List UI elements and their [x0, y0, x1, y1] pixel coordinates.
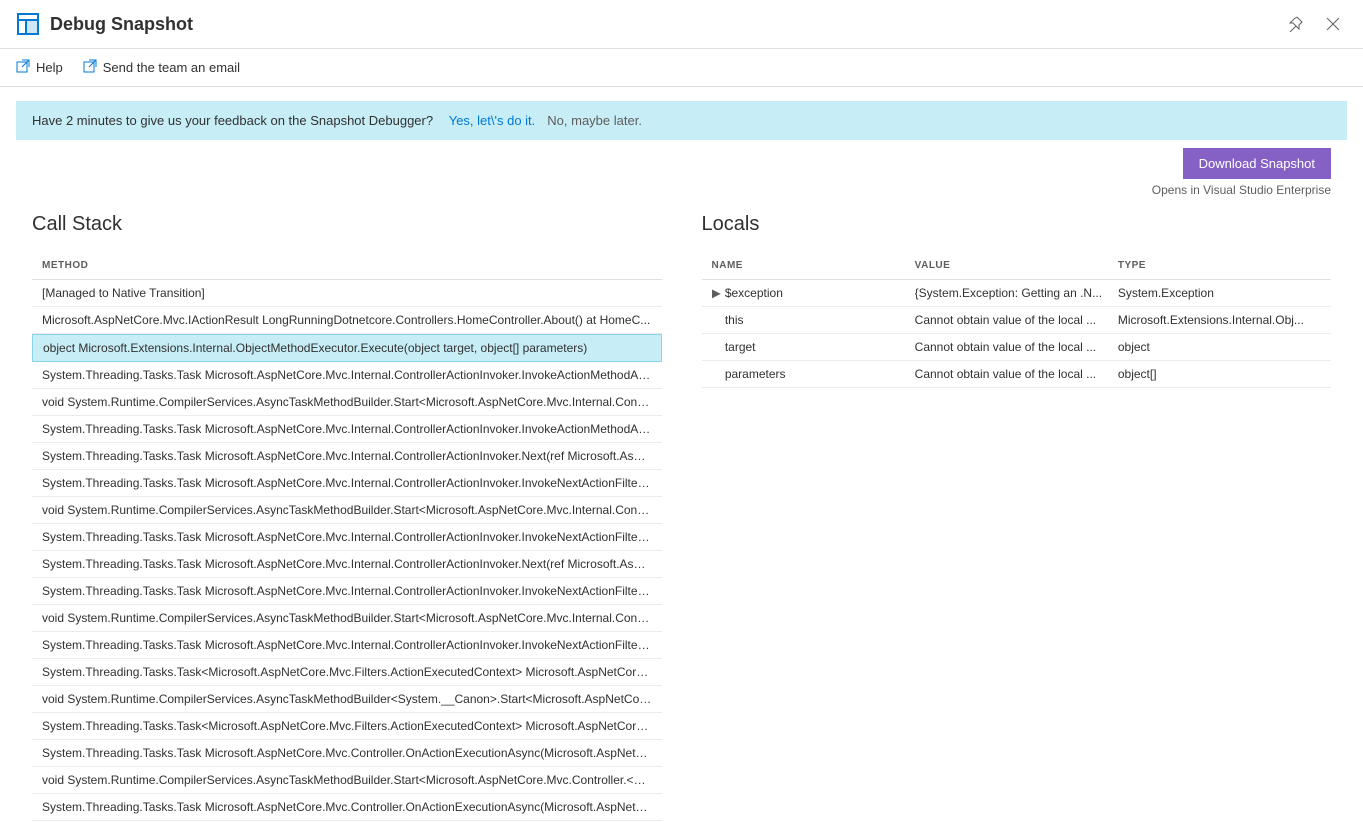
callstack-row[interactable]: System.Threading.Tasks.Task Microsoft.As…	[32, 632, 662, 659]
external-link-icon	[83, 59, 97, 76]
locals-name: target	[712, 340, 915, 354]
callstack-row[interactable]: System.Threading.Tasks.Task Microsoft.As…	[32, 470, 662, 497]
locals-col-value[interactable]: VALUE	[915, 260, 1118, 271]
locals-panel: Locals NAME VALUE TYPE ▶ $exception{Syst…	[702, 213, 1332, 821]
callstack-col-method[interactable]: METHOD	[42, 260, 652, 271]
callstack-row[interactable]: object Microsoft.Extensions.Internal.Obj…	[32, 334, 662, 362]
pin-button[interactable]	[1281, 10, 1309, 38]
feedback-decline-link[interactable]: No, maybe later.	[547, 113, 642, 128]
callstack-row[interactable]: void System.Runtime.CompilerServices.Asy…	[32, 767, 662, 794]
email-link[interactable]: Send the team an email	[83, 59, 240, 76]
locals-row[interactable]: parametersCannot obtain value of the loc…	[702, 361, 1332, 388]
close-button[interactable]	[1319, 10, 1347, 38]
callstack-row[interactable]: void System.Runtime.CompilerServices.Asy…	[32, 389, 662, 416]
feedback-bar: Have 2 minutes to give us your feedback …	[16, 101, 1347, 140]
expand-arrow-icon[interactable]: ▶	[712, 286, 722, 300]
page-title: Debug Snapshot	[50, 14, 193, 35]
locals-row[interactable]: thisCannot obtain value of the local ...…	[702, 307, 1332, 334]
callstack-row[interactable]: void System.Runtime.CompilerServices.Asy…	[32, 686, 662, 713]
callstack-row[interactable]: System.Threading.Tasks.Task<Microsoft.As…	[32, 659, 662, 686]
feedback-accept-link[interactable]: Yes, let\'s do it.	[449, 113, 536, 128]
locals-value: Cannot obtain value of the local ...	[915, 340, 1118, 354]
app-icon	[16, 12, 40, 36]
callstack-list: [Managed to Native Transition]Microsoft.…	[32, 280, 662, 821]
callstack-row[interactable]: System.Threading.Tasks.Task Microsoft.As…	[32, 443, 662, 470]
callstack-row[interactable]: System.Threading.Tasks.Task Microsoft.As…	[32, 416, 662, 443]
callstack-title: Call Stack	[32, 213, 662, 236]
toolbar: Help Send the team an email	[0, 49, 1363, 87]
callstack-row[interactable]: System.Threading.Tasks.Task Microsoft.As…	[32, 794, 662, 821]
locals-type: object[]	[1118, 367, 1321, 381]
locals-col-name[interactable]: NAME	[712, 260, 915, 271]
callstack-row[interactable]: System.Threading.Tasks.Task Microsoft.As…	[32, 578, 662, 605]
email-label: Send the team an email	[103, 60, 240, 75]
locals-name: this	[712, 313, 915, 327]
download-area: Download Snapshot Opens in Visual Studio…	[0, 140, 1363, 197]
locals-name: parameters	[712, 367, 915, 381]
download-note: Opens in Visual Studio Enterprise	[32, 183, 1331, 197]
locals-title: Locals	[702, 213, 1332, 236]
callstack-panel: Call Stack METHOD [Managed to Native Tra…	[32, 213, 662, 821]
callstack-row[interactable]: void System.Runtime.CompilerServices.Asy…	[32, 497, 662, 524]
locals-value: {System.Exception: Getting an .N...	[915, 286, 1118, 300]
callstack-row[interactable]: System.Threading.Tasks.Task<Microsoft.As…	[32, 713, 662, 740]
locals-type: System.Exception	[1118, 286, 1321, 300]
locals-row[interactable]: ▶ $exception{System.Exception: Getting a…	[702, 280, 1332, 307]
callstack-row[interactable]: System.Threading.Tasks.Task Microsoft.As…	[32, 551, 662, 578]
locals-value: Cannot obtain value of the local ...	[915, 367, 1118, 381]
download-snapshot-button[interactable]: Download Snapshot	[1183, 148, 1331, 179]
callstack-row[interactable]: System.Threading.Tasks.Task Microsoft.As…	[32, 740, 662, 767]
locals-col-type[interactable]: TYPE	[1118, 260, 1321, 271]
locals-name: ▶ $exception	[712, 286, 915, 300]
callstack-row[interactable]: void System.Runtime.CompilerServices.Asy…	[32, 605, 662, 632]
feedback-prompt: Have 2 minutes to give us your feedback …	[32, 113, 433, 128]
locals-row[interactable]: targetCannot obtain value of the local .…	[702, 334, 1332, 361]
external-link-icon	[16, 59, 30, 76]
header: Debug Snapshot	[0, 0, 1363, 49]
callstack-row[interactable]: System.Threading.Tasks.Task Microsoft.As…	[32, 524, 662, 551]
callstack-row[interactable]: System.Threading.Tasks.Task Microsoft.As…	[32, 362, 662, 389]
locals-type: object	[1118, 340, 1321, 354]
help-label: Help	[36, 60, 63, 75]
locals-value: Cannot obtain value of the local ...	[915, 313, 1118, 327]
callstack-row[interactable]: Microsoft.AspNetCore.Mvc.IActionResult L…	[32, 307, 662, 334]
callstack-row[interactable]: [Managed to Native Transition]	[32, 280, 662, 307]
help-link[interactable]: Help	[16, 59, 63, 76]
locals-list: ▶ $exception{System.Exception: Getting a…	[702, 280, 1332, 388]
locals-type: Microsoft.Extensions.Internal.Obj...	[1118, 313, 1321, 327]
